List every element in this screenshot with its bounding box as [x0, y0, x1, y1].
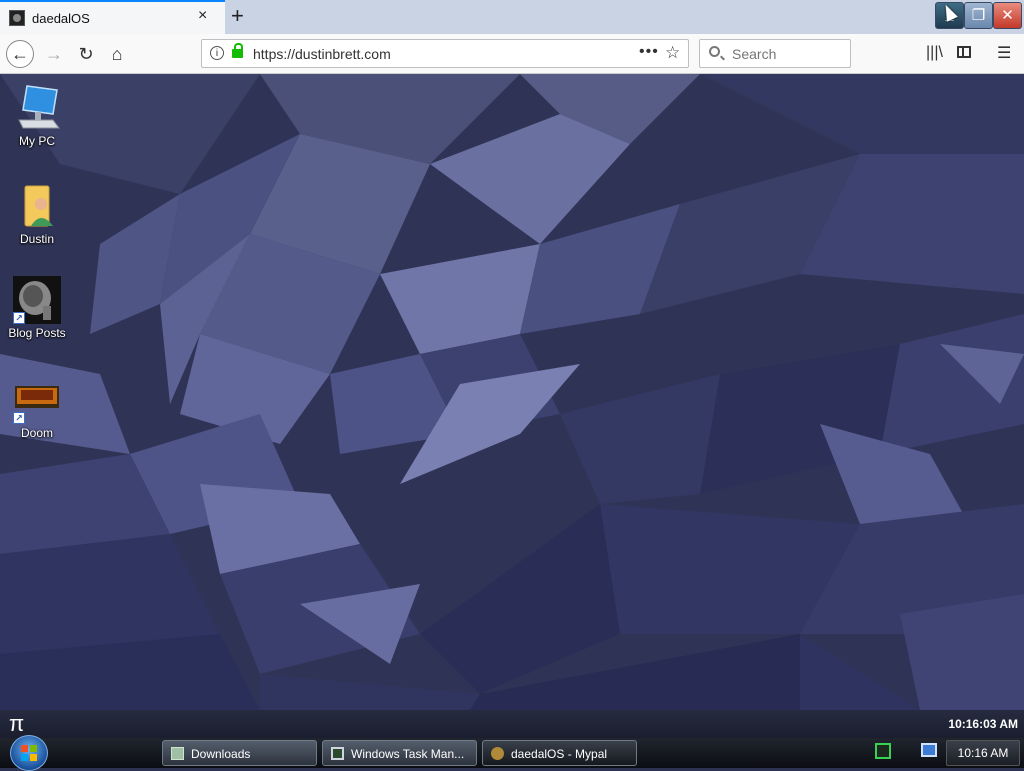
search-box[interactable] [699, 39, 851, 68]
display-monitor-icon[interactable] [921, 743, 937, 757]
reload-button[interactable]: ↻ [72, 40, 100, 68]
new-tab-button[interactable]: + [231, 3, 244, 29]
taskbar-item-downloads[interactable]: Downloads [162, 740, 317, 766]
url-bar[interactable]: i https://dustinbrett.com ••• ☆ [201, 39, 689, 68]
library-icon[interactable]: |||\ [926, 44, 943, 62]
tab-title: daedalOS [32, 11, 90, 26]
page-actions-icon[interactable]: ••• [639, 43, 659, 61]
tab-strip: daedalOS × + _ ❐ ✕ [0, 0, 1024, 34]
daedalos-clock[interactable]: 10:16:03 AM [948, 717, 1018, 731]
close-window-button[interactable]: ✕ [993, 2, 1022, 29]
taskbar-clock[interactable]: 10:16 AM [946, 740, 1020, 766]
brain-scan-icon: ↗ [13, 276, 61, 324]
windows-start-button[interactable] [10, 735, 48, 771]
taskbar-item-label: Windows Task Man... [351, 747, 465, 761]
task-manager-icon [331, 747, 344, 760]
lock-icon[interactable] [232, 43, 243, 58]
mypal-browser-icon [491, 747, 504, 760]
user-folder-icon [13, 182, 61, 230]
desktop-icon-label: Blog Posts [8, 326, 66, 340]
start-menu-pi-button[interactable]: π [9, 711, 24, 737]
restore-button[interactable]: ❐ [964, 2, 993, 29]
search-icon [709, 46, 720, 57]
taskbar-item-task-manager[interactable]: Windows Task Man... [322, 740, 477, 766]
desktop-icon-label: Doom [20, 426, 53, 440]
folder-icon [171, 747, 184, 760]
tab-daedalos[interactable]: daedalOS × [0, 0, 225, 34]
url-text[interactable]: https://dustinbrett.com [253, 46, 391, 62]
sidebar-icon[interactable] [957, 46, 971, 58]
network-status-icon[interactable] [875, 743, 891, 759]
computer-icon [13, 84, 61, 132]
shortcut-arrow-icon: ↗ [13, 412, 25, 424]
daedalos-taskbar: π 10:16:03 AM [0, 710, 1024, 738]
wallpaper-polygons [0, 74, 1024, 710]
taskbar-item-label: Downloads [191, 747, 251, 761]
close-tab-button[interactable]: × [198, 7, 207, 25]
bookmark-star-icon[interactable]: ☆ [665, 43, 680, 63]
desktop-icon-label: My PC [19, 134, 55, 148]
taskbar-item-mypal[interactable]: daedalOS - Mypal [482, 740, 637, 766]
restore-icon: ❐ [971, 7, 986, 24]
forward-button[interactable]: → [40, 40, 68, 68]
hamburger-menu-icon[interactable]: ☰ [997, 43, 1011, 63]
desktop[interactable]: My PC Dustin ↗ Blog Posts ↗ Doom [0, 74, 1024, 710]
windows-taskbar: Downloads Windows Task Man... daedalOS -… [0, 735, 1024, 771]
desktop-icon-label: Dustin [19, 232, 54, 246]
daedalos-favicon-icon [9, 10, 25, 26]
desktop-icon-my-pc[interactable]: My PC [4, 84, 70, 148]
navigation-toolbar: ← → ↻ ⌂ i https://dustinbrett.com ••• ☆ … [0, 34, 1024, 74]
taskbar-item-label: daedalOS - Mypal [511, 747, 608, 761]
desktop-icon-dustin[interactable]: Dustin [4, 182, 70, 246]
home-button[interactable]: ⌂ [103, 40, 131, 68]
shortcut-arrow-icon: ↗ [13, 312, 25, 324]
info-icon[interactable]: i [210, 46, 224, 60]
back-button[interactable]: ← [6, 40, 34, 68]
system-tray [855, 740, 945, 766]
search-input[interactable] [730, 45, 844, 63]
desktop-icon-doom[interactable]: ↗ Doom [4, 376, 70, 440]
doom-icon: ↗ [13, 376, 61, 424]
desktop-icon-blog-posts[interactable]: ↗ Blog Posts [4, 276, 70, 340]
close-icon: ✕ [1001, 7, 1014, 24]
